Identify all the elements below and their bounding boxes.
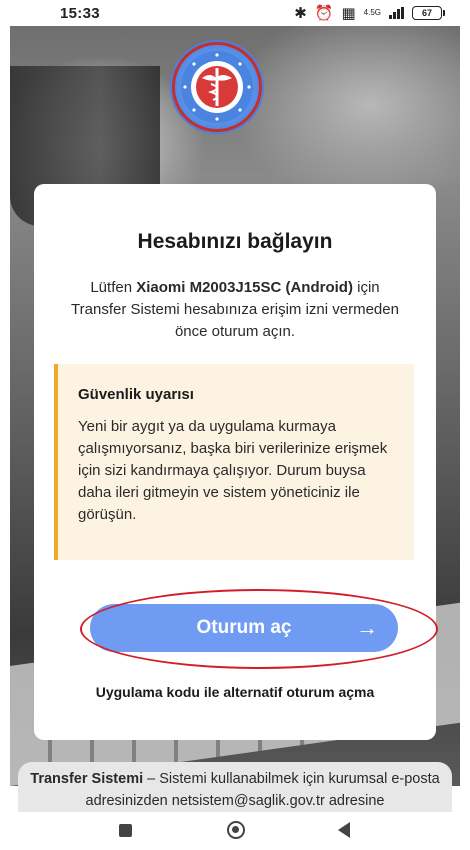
android-nav-bar [0,812,470,850]
signin-card: Hesabınızı bağlayın Lütfen Xiaomi M2003J… [34,184,438,740]
warning-text: Yeni bir aygıt ya da uygulama kurmaya ça… [78,418,388,523]
caduceus-icon [181,51,253,123]
alternative-signin-link[interactable]: Uygulama kodu ile alternatif oturum açma [34,684,436,700]
volte-icon: ▦ [341,5,356,22]
security-warning-box: Güvenlik uyarısı Yeni bir aygıt ya da uy… [54,364,414,560]
alarm-icon: ⏰ [314,5,334,22]
footer-app-name: Transfer Sistemi [30,771,144,787]
arrow-right-icon: → [356,615,378,640]
status-icons: ✱ ⏰ ▦ 4.5G 67 [294,4,445,22]
card-title: Hesabınızı bağlayın [137,230,333,253]
warning-title: Güvenlik uyarısı [78,386,194,403]
status-bar: 15:33 ✱ ⏰ ▦ 4.5G 67 [0,0,470,26]
status-time: 15:33 [60,4,100,22]
footer-banner: Transfer Sistemi – Sistemi kullanabilmek… [18,762,452,812]
network-type: 4.5G [363,8,381,17]
desc-prefix: Lütfen [90,279,137,296]
card-description: Lütfen Xiaomi M2003J15SC (Android) için … [64,277,406,343]
home-icon[interactable] [227,821,245,839]
signin-button-label: Oturum aç [196,617,292,638]
signal-icon [389,7,404,19]
ministry-logo [172,42,262,132]
bluetooth-icon: ✱ [294,5,307,22]
signin-button[interactable]: Oturum aç → [90,604,398,652]
back-icon[interactable] [338,822,350,838]
device-name: Xiaomi M2003J15SC (Android) [136,279,353,296]
battery-level: 67 [421,8,432,18]
battery-icon: 67 [412,6,445,20]
recents-icon[interactable] [119,824,132,837]
